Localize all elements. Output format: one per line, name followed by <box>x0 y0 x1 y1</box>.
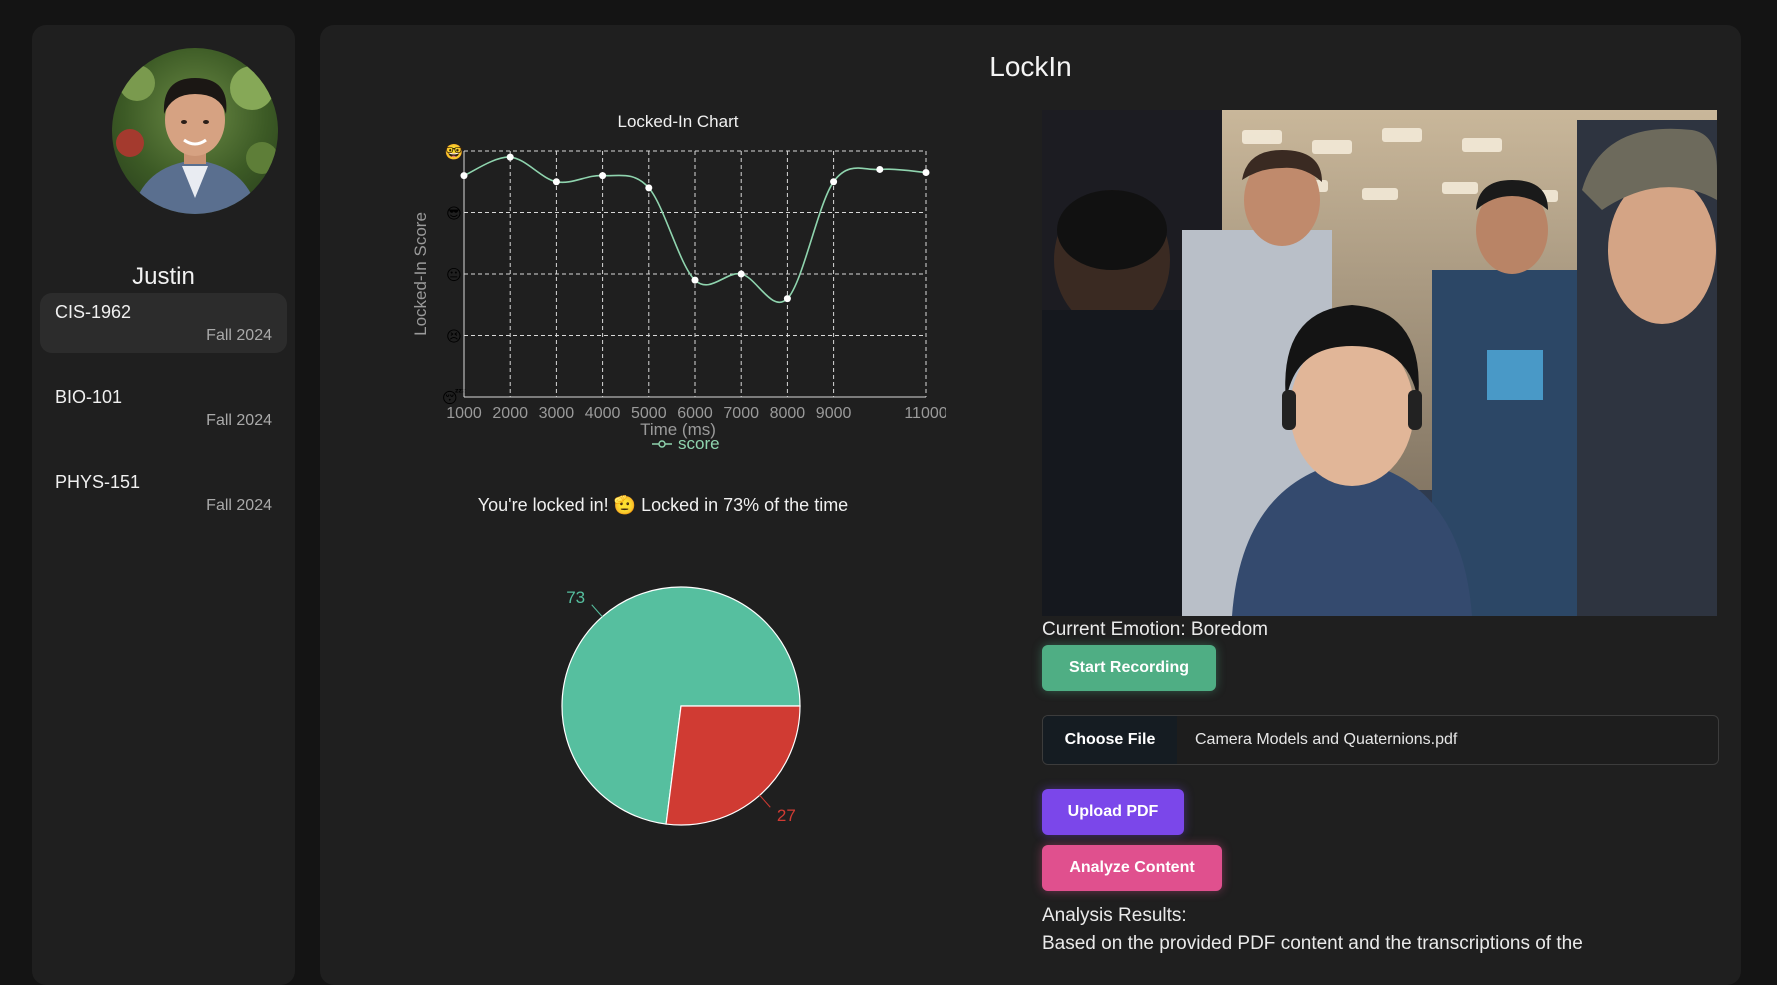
pie-label-leader <box>591 604 603 618</box>
analysis-results-label: Analysis Results: <box>1042 905 1187 926</box>
y-tick-emoji: 😴 <box>442 389 466 407</box>
score-point <box>599 172 607 180</box>
x-tick-label: 3000 <box>539 405 575 422</box>
course-item-phys-151[interactable]: PHYS-151 Fall 2024 <box>40 463 287 523</box>
start-recording-button[interactable]: Start Recording <box>1042 645 1216 691</box>
pie-value-label: 27 <box>777 806 796 825</box>
score-point <box>460 172 468 180</box>
analyze-content-button[interactable]: Analyze Content <box>1042 845 1222 891</box>
course-term: Fall 2024 <box>206 412 272 429</box>
choose-file-button[interactable]: Choose File <box>1043 716 1177 764</box>
course-code: BIO-101 <box>55 387 123 407</box>
sidebar: Justin CIS-1962 Fall 2024 BIO-101 Fall 2… <box>32 25 295 985</box>
course-term: Fall 2024 <box>206 327 272 344</box>
x-tick-label: 2000 <box>492 405 528 422</box>
course-code: PHYS-151 <box>55 472 141 492</box>
selected-file-name: Camera Models and Quaternions.pdf <box>1195 731 1458 748</box>
score-point <box>783 295 791 303</box>
upload-pdf-button[interactable]: Upload PDF <box>1042 789 1184 835</box>
chart-title: Locked-In Chart <box>618 112 739 131</box>
y-tick-emoji: 😎 <box>446 206 462 223</box>
score-point <box>922 169 930 177</box>
pie-label-leader <box>759 794 771 808</box>
pie-value-label: 73 <box>566 588 585 607</box>
y-tick-emoji: 😣 <box>446 329 462 346</box>
analysis-results-text: Based on the provided PDF content and th… <box>1042 933 1583 954</box>
file-input[interactable]: Choose File Camera Models and Quaternion… <box>1042 715 1719 765</box>
score-point <box>737 270 745 278</box>
legend-marker <box>658 440 666 448</box>
score-point <box>691 276 699 284</box>
locked-in-status: You're locked in! 🫡 Locked in 73% of the… <box>477 495 849 515</box>
current-emotion: Current Emotion: Boredom <box>1042 619 1268 640</box>
score-point <box>830 178 838 186</box>
y-tick-emoji: 🤓 <box>445 143 464 161</box>
legend-label: score <box>678 434 720 453</box>
locked-in-line-chart: Locked-In Chart1000 2000 3000 4000 5000 6000 7… <box>411 112 946 453</box>
main-panel: LockIn Locked-In Chart 1000 2000 3000 4000 50… <box>320 25 1741 985</box>
x-tick-label: 8000 <box>770 405 806 422</box>
locked-in-pie-chart: 73 27 <box>561 586 801 826</box>
score-point <box>552 178 560 186</box>
x-tick-label: 1000 <box>446 405 482 422</box>
y-tick-emoji: 😐 <box>446 267 462 284</box>
username: Justin <box>132 263 195 290</box>
camera-feed <box>1042 110 1717 616</box>
score-point <box>876 165 884 173</box>
y-axis-label: Locked-In Score <box>411 212 430 336</box>
x-tick-label: 11000 <box>904 405 946 422</box>
course-item-cis-1962[interactable]: CIS-1962 Fall 2024 <box>40 293 287 353</box>
course-item-bio-101[interactable]: BIO-101 Fall 2024 <box>40 378 287 438</box>
x-tick-label: 7000 <box>723 405 759 422</box>
course-term: Fall 2024 <box>206 497 272 514</box>
page-title: LockIn <box>989 51 1072 82</box>
avatar <box>112 48 278 214</box>
score-point <box>645 184 653 192</box>
x-tick-label: 9000 <box>816 405 852 422</box>
score-point <box>506 153 514 161</box>
course-code: CIS-1962 <box>55 302 132 322</box>
x-tick-label: 4000 <box>585 405 621 422</box>
